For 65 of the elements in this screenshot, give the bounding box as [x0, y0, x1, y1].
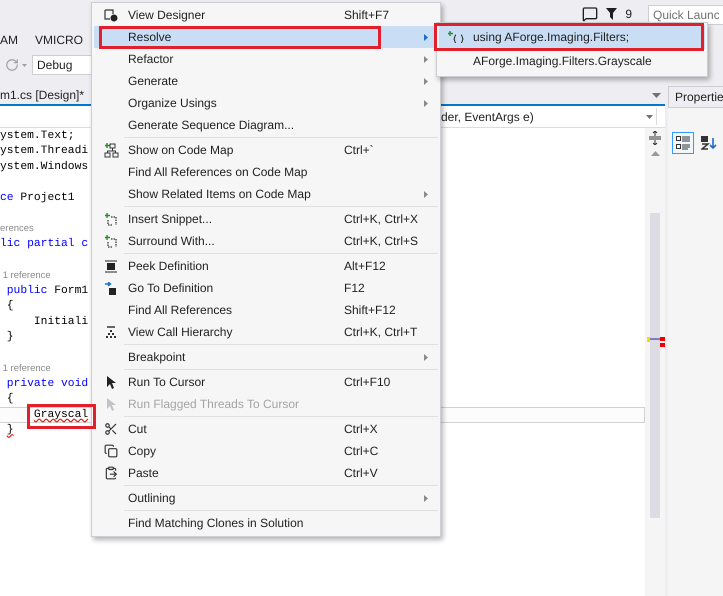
- cursor-icon: [106, 376, 116, 388]
- code-line: }: [6, 331, 14, 344]
- menu-item[interactable]: Find All References on Code Map: [94, 161, 438, 183]
- categorized-button[interactable]: [672, 132, 694, 154]
- peek-definition-icon: [105, 260, 117, 272]
- using-directive-icon: [448, 31, 464, 43]
- menu-item[interactable]: Show Related Items on Code Map: [94, 183, 438, 205]
- menu-item[interactable]: AForge.Imaging.Filters.Grayscale: [439, 49, 705, 73]
- menu-item[interactable]: Go To Definition F12: [94, 277, 438, 299]
- menu-item[interactable]: Insert Snippet... Ctrl+K, Ctrl+X: [94, 208, 438, 230]
- menu-item[interactable]: Show on Code Map Ctrl+`: [94, 139, 438, 161]
- call-hierarchy-icon: [105, 326, 117, 338]
- tab-dropdown-icon[interactable]: [652, 92, 661, 98]
- menu-item[interactable]: Surround With... Ctrl+K, Ctrl+S: [94, 230, 438, 252]
- menu-item[interactable]: Outlining: [94, 487, 438, 509]
- cut-icon: [104, 422, 118, 436]
- notification-flag-icon[interactable]: [606, 8, 618, 20]
- panel-title: Propertie: [668, 86, 723, 108]
- feedback-icon[interactable]: [582, 6, 598, 22]
- menu-item[interactable]: Generate Sequence Diagram...: [94, 114, 438, 136]
- menu-item[interactable]: View Call Hierarchy Ctrl+K, Ctrl+T: [94, 321, 438, 343]
- code-line: ce Project1: [0, 192, 75, 204]
- submenu-arrow-icon: [424, 354, 428, 360]
- menu-item[interactable]: Find Matching Clones in Solution: [94, 512, 438, 534]
- error-marker-icon: [647, 337, 665, 347]
- designer-icon: [104, 8, 118, 22]
- code-map-icon: [104, 142, 118, 158]
- notification-count: 9: [625, 7, 632, 21]
- code-line: }: [6, 424, 14, 436]
- snippet-icon: [104, 234, 118, 248]
- go-to-definition-icon: [105, 282, 117, 294]
- menu-item[interactable]: Peek Definition Alt+F12: [94, 255, 438, 277]
- submenu-arrow-icon: [424, 100, 428, 106]
- menu-item[interactable]: View Designer Shift+F7: [94, 4, 438, 26]
- paste-icon: [104, 466, 118, 480]
- menu-item[interactable]: Find All References Shift+F12: [94, 299, 438, 321]
- copy-icon: [104, 444, 118, 458]
- code-line: ystem.Threadi: [0, 145, 88, 158]
- code-line: {: [6, 300, 14, 312]
- menu-item[interactable]: Run To Cursor Ctrl+F10: [94, 371, 438, 393]
- code-line: {: [6, 393, 14, 406]
- menu-item[interactable]: Paste Ctrl+V: [94, 462, 438, 484]
- submenu-arrow-icon: [424, 34, 428, 40]
- submenu-arrow-icon: [424, 494, 428, 502]
- menu-item[interactable]: Breakpoint: [94, 346, 438, 368]
- menu-item[interactable]: AM: [0, 33, 18, 47]
- menu-item[interactable]: VMICRO: [35, 33, 83, 47]
- code-line: lic partial c: [0, 238, 88, 250]
- code-line: public Form1: [6, 284, 88, 297]
- scroll-up-icon[interactable]: [650, 151, 660, 156]
- code-line: Grayscal: [32, 408, 88, 421]
- snippet-icon: [104, 212, 118, 226]
- code-line: ystem.Text;: [0, 130, 75, 142]
- split-window-icon[interactable]: [649, 131, 661, 145]
- code-line: Initiali: [32, 316, 88, 328]
- cursor-icon: [106, 398, 116, 410]
- code-line: private void: [6, 378, 88, 390]
- submenu-arrow-icon: [424, 56, 428, 62]
- dropdown-caret-icon: [646, 114, 653, 118]
- menu-item[interactable]: Organize Usings: [94, 92, 438, 114]
- menu-item[interactable]: Copy Ctrl+C: [94, 440, 438, 462]
- code-line: ystem.Windows: [0, 160, 88, 173]
- menu-item[interactable]: Cut Ctrl+X: [94, 418, 438, 440]
- submenu-arrow-icon: [424, 78, 428, 84]
- submenu-arrow-icon: [424, 190, 428, 198]
